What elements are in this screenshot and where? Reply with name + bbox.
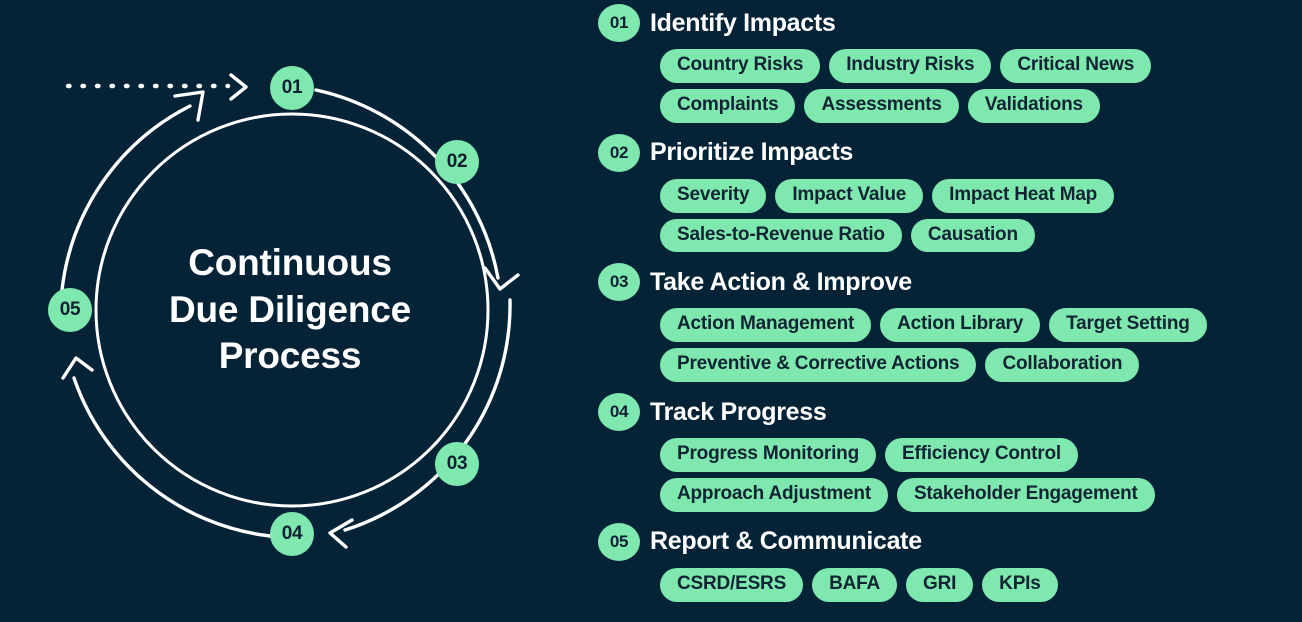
step-number-badge-04[interactable]: 04 xyxy=(598,393,640,432)
cycle-node-03[interactable]: 03 xyxy=(435,442,479,486)
tag-pill[interactable]: GRI xyxy=(905,567,974,602)
step-tag-rows-03: Action Management Action Library Target Se… xyxy=(598,308,1302,383)
cycle-center-title: Continuous Due Diligence Process xyxy=(60,240,520,380)
tag-pill[interactable]: CSRD/ESRS xyxy=(660,567,804,602)
tag-pill[interactable]: Severity xyxy=(660,178,767,213)
tag-pill[interactable]: Action Management xyxy=(660,308,872,343)
cycle-node-05[interactable]: 05 xyxy=(48,288,92,332)
cycle-diagram: Continuous Due Diligence Process 01 02 0… xyxy=(0,0,580,622)
tag-pill[interactable]: Approach Adjustment xyxy=(660,477,888,512)
step-header-02: 02 Prioritize Impacts xyxy=(598,133,1302,172)
infographic-root: Continuous Due Diligence Process 01 02 0… xyxy=(0,0,1302,622)
step-05: 05 Report & Communicate CSRD/ESRS BAFA GRI KP… xyxy=(598,522,1302,602)
cycle-title-line-1: Continuous xyxy=(188,242,392,283)
tag-pill[interactable]: Assessments xyxy=(804,88,959,123)
tag-pill[interactable]: Target Setting xyxy=(1049,308,1207,343)
step-tag-rows-02: Severity Impact Value Impact Heat Map Sales… xyxy=(598,178,1302,253)
tag-pill[interactable]: Progress Monitoring xyxy=(660,438,876,472)
cycle-node-04[interactable]: 04 xyxy=(270,512,314,556)
arc-04-to-05 xyxy=(72,376,272,538)
tag-pill[interactable]: Collaboration xyxy=(985,348,1140,383)
step-03: 03 Take Action & Improve Action Management… xyxy=(598,263,1302,383)
tag-row: Preventive & Corrective Actions Collabora… xyxy=(660,348,1302,383)
step-number-badge-05[interactable]: 05 xyxy=(598,522,640,561)
tag-pill[interactable]: BAFA xyxy=(812,567,897,602)
step-title-02: Prioritize Impacts xyxy=(650,138,853,167)
cycle-title-line-2: Due Diligence xyxy=(168,288,412,330)
step-02: 02 Prioritize Impacts Severity Impact Value… xyxy=(598,133,1302,253)
cycle-node-02[interactable]: 02 xyxy=(435,140,479,184)
tag-row: Progress Monitoring Efficiency Control xyxy=(660,438,1302,472)
step-01: 01 Identify Impacts Country Risks Industry … xyxy=(598,4,1302,123)
step-header-03: 03 Take Action & Improve xyxy=(598,263,1302,302)
step-tag-rows-05: CSRD/ESRS BAFA GRI KPIs xyxy=(598,567,1302,602)
step-number-badge-03[interactable]: 03 xyxy=(598,263,640,302)
arrowhead-left-04 xyxy=(328,518,354,549)
step-header-05: 05 Report & Communicate xyxy=(598,522,1302,561)
step-04: 04 Track Progress Progress Monitoring Effic… xyxy=(598,393,1302,512)
tag-row: Severity Impact Value Impact Heat Map xyxy=(660,178,1302,213)
tag-pill[interactable]: KPIs xyxy=(982,567,1058,602)
tag-pill[interactable]: Action Library xyxy=(880,308,1041,343)
entry-arrowhead-icon xyxy=(229,73,248,101)
tag-row: Country Risks Industry Risks Critical News xyxy=(660,49,1302,83)
cycle-node-01[interactable]: 01 xyxy=(270,66,314,110)
tag-row: Complaints Assessments Validations xyxy=(660,88,1302,123)
tag-row: Sales-to-Revenue Ratio Causation xyxy=(660,218,1302,253)
tag-pill[interactable]: Validations xyxy=(967,88,1100,123)
step-number-badge-01[interactable]: 01 xyxy=(598,4,640,42)
step-tag-rows-01: Country Risks Industry Risks Critical News… xyxy=(598,49,1302,123)
cycle-title-line-3: Process xyxy=(218,335,362,377)
tag-pill[interactable]: Critical News xyxy=(1000,49,1152,83)
step-number-badge-02[interactable]: 02 xyxy=(598,133,640,172)
tag-pill[interactable]: Country Risks xyxy=(660,49,821,83)
step-title-01: Identify Impacts xyxy=(650,8,836,37)
step-title-05: Report & Communicate xyxy=(650,527,922,556)
tag-pill[interactable]: Complaints xyxy=(660,88,796,123)
tag-pill[interactable]: Impact Value xyxy=(775,178,924,213)
tag-pill[interactable]: Impact Heat Map xyxy=(932,178,1115,213)
tag-row: Action Management Action Library Target Se… xyxy=(660,308,1302,343)
step-tag-rows-04: Progress Monitoring Efficiency Control App… xyxy=(598,438,1302,512)
step-title-03: Take Action & Improve xyxy=(650,267,912,296)
tag-pill[interactable]: Preventive & Corrective Actions xyxy=(660,348,977,383)
step-header-04: 04 Track Progress xyxy=(598,393,1302,432)
tag-pill[interactable]: Causation xyxy=(910,218,1035,253)
step-list: 01 Identify Impacts Country Risks Industry … xyxy=(598,0,1302,622)
tag-pill[interactable]: Stakeholder Engagement xyxy=(896,477,1155,512)
tag-row: CSRD/ESRS BAFA GRI KPIs xyxy=(660,567,1302,602)
tag-pill[interactable]: Sales-to-Revenue Ratio xyxy=(660,218,902,253)
tag-pill[interactable]: Industry Risks xyxy=(829,49,992,83)
tag-row: Approach Adjustment Stakeholder Engagemen… xyxy=(660,477,1302,512)
step-title-04: Track Progress xyxy=(650,397,827,426)
tag-pill[interactable]: Efficiency Control xyxy=(885,438,1078,472)
step-header-01: 01 Identify Impacts xyxy=(598,4,1302,42)
